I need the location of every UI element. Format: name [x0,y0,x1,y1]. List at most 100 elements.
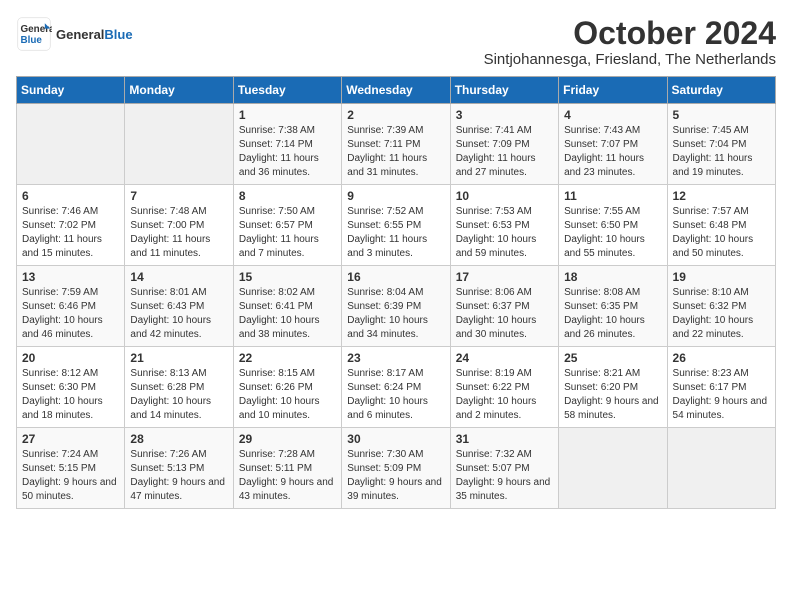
weekday-header-wednesday: Wednesday [342,77,450,104]
day-cell: 21 Sunrise: 8:13 AM Sunset: 6:28 PM Dayli… [125,347,233,428]
day-cell: 10 Sunrise: 7:53 AM Sunset: 6:53 PM Dayli… [450,185,558,266]
day-number: 19 [673,270,770,284]
day-info: Sunrise: 7:26 AM Sunset: 5:13 PM Dayligh… [130,448,227,504]
weekday-header-friday: Friday [559,77,667,104]
day-number: 8 [239,189,336,203]
day-cell: 25Sunrise: 8:21 AM Sunset: 6:20 PM Dayli… [559,347,667,428]
logo-text: GeneralBlue [56,27,133,42]
day-info: Sunrise: 8:15 AM Sunset: 6:26 PM Dayligh… [239,367,336,423]
day-cell: 3 Sunrise: 7:41 AM Sunset: 7:09 PM Daylig… [450,104,558,185]
day-number: 11 [564,189,661,203]
day-info: Sunrise: 7:55 AM Sunset: 6:50 PM Dayligh… [564,205,661,261]
day-number: 24 [456,351,553,365]
day-number: 15 [239,270,336,284]
day-info: Sunrise: 7:53 AM Sunset: 6:53 PM Dayligh… [456,205,553,261]
day-cell: 11 Sunrise: 7:55 AM Sunset: 6:50 PM Dayli… [559,185,667,266]
weekday-header-monday: Monday [125,77,233,104]
day-number: 22 [239,351,336,365]
day-number: 1 [239,108,336,122]
day-cell [17,104,125,185]
day-info: Sunrise: 7:32 AM Sunset: 5:07 PM Dayligh… [456,448,553,504]
weekday-header-sunday: Sunday [17,77,125,104]
day-info: Sunrise: 8:23 AM Sunset: 6:17 PM Dayligh… [673,367,770,423]
day-info: Sunrise: 7:45 AM Sunset: 7:04 PM Dayligh… [673,124,770,180]
month-year-title: October 2024 [484,16,776,51]
day-info: Sunrise: 7:38 AM Sunset: 7:14 PM Dayligh… [239,124,336,180]
day-cell: 6 Sunrise: 7:46 AM Sunset: 7:02 PM Daylig… [17,185,125,266]
day-number: 2 [347,108,444,122]
day-cell: 23Sunrise: 8:17 AM Sunset: 6:24 PM Dayli… [342,347,450,428]
day-cell: 2 Sunrise: 7:39 AM Sunset: 7:11 PM Daylig… [342,104,450,185]
page-header: General Blue GeneralBlue October 2024 Si… [16,16,776,68]
day-cell: 26 Sunrise: 8:23 AM Sunset: 6:17 PM Dayli… [667,347,775,428]
day-number: 20 [22,351,119,365]
day-number: 21 [130,351,227,365]
day-cell: 13 Sunrise: 7:59 AM Sunset: 6:46 PM Dayli… [17,266,125,347]
svg-text:Blue: Blue [21,35,43,46]
calendar-table: SundayMondayTuesdayWednesdayThursdayFrid… [16,76,776,509]
day-cell [125,104,233,185]
day-cell: 28 Sunrise: 7:26 AM Sunset: 5:13 PM Dayli… [125,428,233,509]
day-cell: 30 Sunrise: 7:30 AM Sunset: 5:09 PM Dayli… [342,428,450,509]
day-info: Sunrise: 8:01 AM Sunset: 6:43 PM Dayligh… [130,286,227,342]
day-info: Sunrise: 7:39 AM Sunset: 7:11 PM Dayligh… [347,124,444,180]
day-number: 13 [22,270,119,284]
day-cell: 19Sunrise: 8:10 AM Sunset: 6:32 PM Dayli… [667,266,775,347]
day-cell: 12Sunrise: 7:57 AM Sunset: 6:48 PM Dayli… [667,185,775,266]
day-number: 6 [22,189,119,203]
day-cell: 24 Sunrise: 8:19 AM Sunset: 6:22 PM Dayli… [450,347,558,428]
day-number: 23 [347,351,444,365]
day-cell: 22 Sunrise: 8:15 AM Sunset: 6:26 PM Dayli… [233,347,341,428]
day-number: 30 [347,432,444,446]
day-number: 25 [564,351,661,365]
day-cell: 20 Sunrise: 8:12 AM Sunset: 6:30 PM Dayli… [17,347,125,428]
day-info: Sunrise: 7:43 AM Sunset: 7:07 PM Dayligh… [564,124,661,180]
calendar-title-block: October 2024 Sintjohannesga, Friesland, … [484,16,776,68]
day-number: 7 [130,189,227,203]
day-cell: 9Sunrise: 7:52 AM Sunset: 6:55 PM Daylig… [342,185,450,266]
day-number: 12 [673,189,770,203]
day-cell [667,428,775,509]
logo: General Blue GeneralBlue [16,16,133,52]
day-number: 3 [456,108,553,122]
day-number: 9 [347,189,444,203]
day-cell: 16Sunrise: 8:04 AM Sunset: 6:39 PM Dayli… [342,266,450,347]
day-cell: 14 Sunrise: 8:01 AM Sunset: 6:43 PM Dayli… [125,266,233,347]
week-row-3: 13 Sunrise: 7:59 AM Sunset: 6:46 PM Dayli… [17,266,776,347]
week-row-2: 6 Sunrise: 7:46 AM Sunset: 7:02 PM Daylig… [17,185,776,266]
weekday-header-thursday: Thursday [450,77,558,104]
day-number: 10 [456,189,553,203]
week-row-5: 27 Sunrise: 7:24 AM Sunset: 5:15 PM Dayli… [17,428,776,509]
day-cell: 15 Sunrise: 8:02 AM Sunset: 6:41 PM Dayli… [233,266,341,347]
day-info: Sunrise: 8:13 AM Sunset: 6:28 PM Dayligh… [130,367,227,423]
day-info: Sunrise: 7:28 AM Sunset: 5:11 PM Dayligh… [239,448,336,504]
day-cell: 5 Sunrise: 7:45 AM Sunset: 7:04 PM Daylig… [667,104,775,185]
day-info: Sunrise: 7:46 AM Sunset: 7:02 PM Dayligh… [22,205,119,261]
day-number: 18 [564,270,661,284]
day-cell: 27 Sunrise: 7:24 AM Sunset: 5:15 PM Dayli… [17,428,125,509]
day-cell: 4Sunrise: 7:43 AM Sunset: 7:07 PM Daylig… [559,104,667,185]
day-cell: 1 Sunrise: 7:38 AM Sunset: 7:14 PM Daylig… [233,104,341,185]
day-info: Sunrise: 7:50 AM Sunset: 6:57 PM Dayligh… [239,205,336,261]
day-info: Sunrise: 7:41 AM Sunset: 7:09 PM Dayligh… [456,124,553,180]
day-info: Sunrise: 8:06 AM Sunset: 6:37 PM Dayligh… [456,286,553,342]
day-info: Sunrise: 8:19 AM Sunset: 6:22 PM Dayligh… [456,367,553,423]
day-info: Sunrise: 7:30 AM Sunset: 5:09 PM Dayligh… [347,448,444,504]
day-info: Sunrise: 7:48 AM Sunset: 7:00 PM Dayligh… [130,205,227,261]
day-number: 14 [130,270,227,284]
day-info: Sunrise: 8:02 AM Sunset: 6:41 PM Dayligh… [239,286,336,342]
weekday-header-row: SundayMondayTuesdayWednesdayThursdayFrid… [17,77,776,104]
day-number: 27 [22,432,119,446]
day-number: 5 [673,108,770,122]
day-info: Sunrise: 7:24 AM Sunset: 5:15 PM Dayligh… [22,448,119,504]
week-row-4: 20 Sunrise: 8:12 AM Sunset: 6:30 PM Dayli… [17,347,776,428]
day-cell: 31Sunrise: 7:32 AM Sunset: 5:07 PM Dayli… [450,428,558,509]
day-number: 16 [347,270,444,284]
day-number: 28 [130,432,227,446]
day-info: Sunrise: 7:59 AM Sunset: 6:46 PM Dayligh… [22,286,119,342]
day-cell: 18Sunrise: 8:08 AM Sunset: 6:35 PM Dayli… [559,266,667,347]
day-number: 26 [673,351,770,365]
day-info: Sunrise: 8:12 AM Sunset: 6:30 PM Dayligh… [22,367,119,423]
logo-icon: General Blue [16,16,52,52]
day-cell [559,428,667,509]
